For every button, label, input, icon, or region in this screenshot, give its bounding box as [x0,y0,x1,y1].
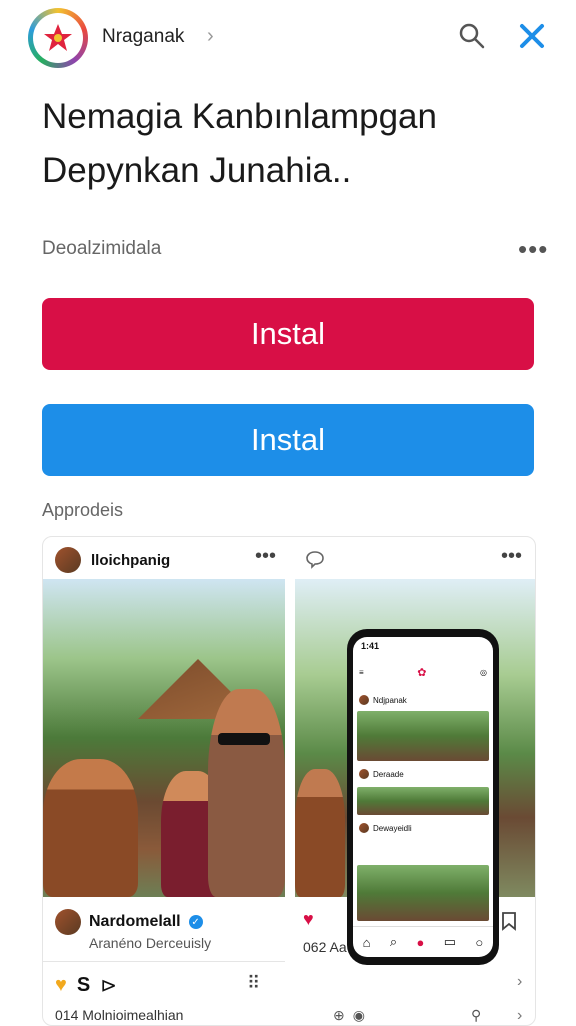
profile-icon[interactable]: ⚲ [471,1007,481,1024]
emoji-icon[interactable]: ◉ [353,1007,365,1024]
bookmark-icon[interactable] [501,911,517,931]
post-photo-left[interactable] [43,579,285,897]
post-header: lloichpanig [55,547,170,573]
sunglasses [218,733,270,745]
footer-username[interactable]: Nardomelall [89,913,181,931]
apps-section-label: Approdeis [42,500,124,520]
section-label: Deoalzimidala [42,238,162,259]
chevron-right-icon[interactable]: › [517,1007,522,1025]
post-more-icon[interactable]: ••• [255,545,276,568]
phone-post-user: Ndjpanak [373,695,407,705]
phone-post-user: Deraade [373,769,404,779]
grid-icon[interactable]: ⠿ [247,973,260,994]
flower-icon: ✿ [417,666,427,679]
post-actions: ♥ S ⊳ [55,973,117,998]
profile-icon[interactable]: ○ [475,935,483,950]
bookmark-icon[interactable]: ▭ [444,934,456,950]
avatar [359,769,369,779]
verified-badge-icon: ✓ [188,915,203,929]
phone-actions-icon[interactable]: ◎ [480,668,487,677]
top-bar: Nraganak › [0,0,576,80]
bottom-right-actions: ⊕ ◉ [333,1007,365,1024]
avatar [359,823,369,833]
post-card: lloichpanig ••• ••• 1:41 ≡ ✿ ◎ Ndjpanak [42,536,536,1026]
footer-subtitle: Aranéno Derceuisly [89,935,212,951]
menu-icon[interactable]: ≡ [359,668,364,677]
chevron-right-icon[interactable]: › [517,973,522,991]
person-figure [43,759,138,897]
link-icon[interactable]: ⊕ [333,1007,345,1024]
phone-top-nav: ≡ ✿ ◎ [359,666,487,679]
heart-icon[interactable]: ♥ [303,909,314,930]
divider [43,961,285,962]
search-icon[interactable] [456,20,488,52]
app-logo[interactable] [28,8,88,68]
install-button-primary[interactable]: Instal [42,298,534,370]
avatar [359,695,369,705]
phone-post-row: Deraade [359,769,487,779]
title-line-1: Nemagia Kanbınlampgan [42,97,437,136]
page-title: Nemagia Kanbınlampgan Depynkan Junahia.. [42,90,437,198]
install-button-secondary[interactable]: Instal [42,404,534,476]
phone-post-row: Ndjpanak [359,695,487,705]
share-icon[interactable]: S [77,974,90,997]
phone-post-image [357,711,489,761]
post-username[interactable]: lloichpanig [91,552,170,569]
chevron-right-icon[interactable]: › [207,25,214,48]
brand-name[interactable]: Nraganak [102,26,184,48]
person-figure [295,769,345,897]
comment-icon[interactable] [305,549,325,569]
post-more-icon-right[interactable]: ••• [501,545,522,568]
flower-icon [44,24,72,51]
title-line-2: Depynkan Junahia.. [42,151,352,190]
more-options-icon[interactable]: ••• [518,234,548,265]
phone-status-time: 1:41 [361,641,380,651]
like-count: 014 Molnioimealhian [55,1007,184,1023]
post-footer: Nardomelall ✓ [55,909,203,935]
phone-post-row: Dewayeidli [359,823,487,833]
search-icon[interactable]: ⌕ [390,934,397,950]
phone-bottom-nav: ⌂ ⌕ ● ▭ ○ [353,926,493,957]
avatar[interactable] [55,909,81,935]
phone-post-image [357,787,489,815]
heart-icon[interactable]: ♥ [55,974,67,997]
phone-mockup: 1:41 ≡ ✿ ◎ Ndjpanak Deraade Dewayeidli ⌂… [347,629,499,965]
phone-post-user: Dewayeidli [373,823,412,833]
home-icon[interactable]: ⌂ [363,935,371,950]
avatar[interactable] [55,547,81,573]
send-icon[interactable]: ⊳ [100,973,117,998]
close-x-icon[interactable] [516,20,548,52]
like-count-right: 062 Aa [303,939,347,955]
post-actions-right: ♥ [303,909,314,930]
phone-post-image [357,865,489,921]
person-figure [208,689,285,897]
add-icon[interactable]: ● [417,935,425,950]
phone-screen: 1:41 ≡ ✿ ◎ Ndjpanak Deraade Dewayeidli ⌂… [353,637,493,957]
